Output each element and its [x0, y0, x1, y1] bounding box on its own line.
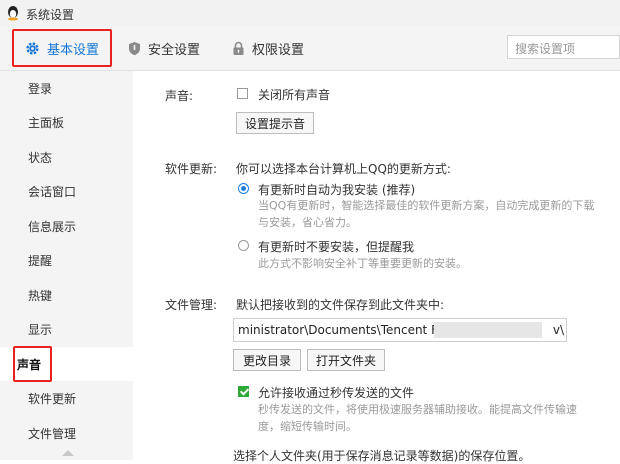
tab-security-settings[interactable]: 安全设置	[128, 26, 200, 70]
search-placeholder: 搜索设置项	[515, 42, 576, 56]
sidebar-item-hotkeys[interactable]: 热键	[0, 278, 133, 312]
files-section-label: 文件管理:	[165, 298, 218, 312]
sidebar-item-label: 显示	[28, 323, 53, 337]
window-title: 系统设置	[26, 8, 75, 22]
update-auto-desc: 当QQ有更新时，智能选择最佳的软件更新方案，自动完成更新的下载	[258, 199, 595, 212]
tab-bar: 基本设置 安全设置 权限设置 搜索设置项	[0, 26, 620, 71]
tab-label: 基本设置	[46, 42, 99, 58]
update-prompt: 你可以选择本台计算机上QQ的更新方式:	[236, 162, 451, 176]
sidebar: 登录 主面板 状态 会话窗口 信息展示 提醒 热键 显示 声音 软件更新 文件管…	[0, 71, 133, 460]
sidebar-item-label: 主面板	[28, 116, 65, 130]
qq-penguin-icon	[8, 6, 18, 21]
sidebar-item-label: 热键	[28, 289, 53, 303]
sidebar-item-label: 登录	[28, 82, 53, 96]
update-auto-label: 有更新时自动为我安装 (推荐)	[258, 183, 416, 197]
open-folder-button[interactable]: 打开文件夹	[307, 349, 385, 371]
sidebar-item-label: 提醒	[28, 254, 53, 268]
sound-section-label: 声音:	[165, 89, 194, 103]
sidebar-item-main-panel[interactable]: 主面板	[0, 105, 133, 139]
lock-icon	[233, 41, 244, 55]
shield-icon	[129, 41, 140, 55]
sidebar-item-label: 状态	[28, 151, 53, 165]
set-tone-button[interactable]: 设置提示音	[236, 112, 314, 134]
save-path-start: ministrator\Documents\Tencent File	[238, 323, 452, 337]
sidebar-item-login[interactable]: 登录	[0, 71, 133, 105]
update-auto-radio[interactable]	[238, 183, 249, 194]
personal-folder-prompt: 选择个人文件夹(用于保存消息记录等数据)的保存位置。	[233, 449, 531, 463]
gear-icon	[26, 41, 39, 55]
sidebar-item-label: 文件管理	[28, 427, 77, 441]
sidebar-item-label: 信息展示	[28, 220, 77, 234]
tab-label: 权限设置	[252, 42, 305, 58]
allow-fast-transfer-desc-2: 度，缩短传输时间。	[258, 420, 357, 433]
sidebar-item-label: 会话窗口	[28, 185, 77, 199]
sidebar-item-status[interactable]: 状态	[0, 140, 133, 174]
scroll-down-arrow-icon[interactable]	[62, 450, 74, 456]
change-directory-button[interactable]: 更改目录	[233, 349, 301, 371]
tab-permission-settings[interactable]: 权限设置	[232, 26, 304, 70]
sidebar-item-file-management[interactable]: 文件管理	[0, 416, 133, 450]
files-prompt: 默认把接收到的文件保存到此文件夹中:	[236, 298, 445, 312]
update-notify-radio[interactable]	[238, 240, 249, 251]
allow-fast-transfer-checkbox[interactable]	[238, 386, 249, 397]
allow-fast-transfer-desc: 秒传发送的文件，将使用极速服务器辅助接收。能提高文件传输速	[258, 403, 577, 416]
redacted-path-segment	[434, 322, 542, 338]
tab-label: 安全设置	[148, 42, 201, 58]
allow-fast-transfer-label: 允许接收通过秒传发送的文件	[258, 386, 415, 400]
save-path-field[interactable]: ministrator\Documents\Tencent File v\	[233, 318, 567, 342]
save-path-end: v\	[550, 323, 564, 337]
tab-basic-settings[interactable]: 基本设置	[12, 29, 112, 67]
sidebar-item-label: 软件更新	[28, 392, 77, 406]
update-notify-desc: 此方式不影响安全补丁等重要更新的安装。	[258, 257, 467, 270]
update-auto-desc-2: 与安装，省心省力。	[258, 216, 357, 229]
sound-highlight-box	[13, 346, 52, 382]
mute-all-label: 关闭所有声音	[258, 88, 331, 102]
title-bar: 系统设置	[0, 0, 620, 26]
sidebar-item-software-update[interactable]: 软件更新	[0, 381, 133, 415]
sidebar-item-display[interactable]: 显示	[0, 312, 133, 346]
sidebar-item-info-display[interactable]: 信息展示	[0, 209, 133, 243]
update-notify-label: 有更新时不要安装，但提醒我	[258, 240, 415, 254]
sidebar-item-chat-window[interactable]: 会话窗口	[0, 174, 133, 208]
mute-all-checkbox[interactable]	[237, 88, 248, 99]
update-section-label: 软件更新:	[165, 162, 218, 176]
sidebar-item-reminder[interactable]: 提醒	[0, 243, 133, 277]
search-input[interactable]: 搜索设置项	[507, 35, 620, 59]
